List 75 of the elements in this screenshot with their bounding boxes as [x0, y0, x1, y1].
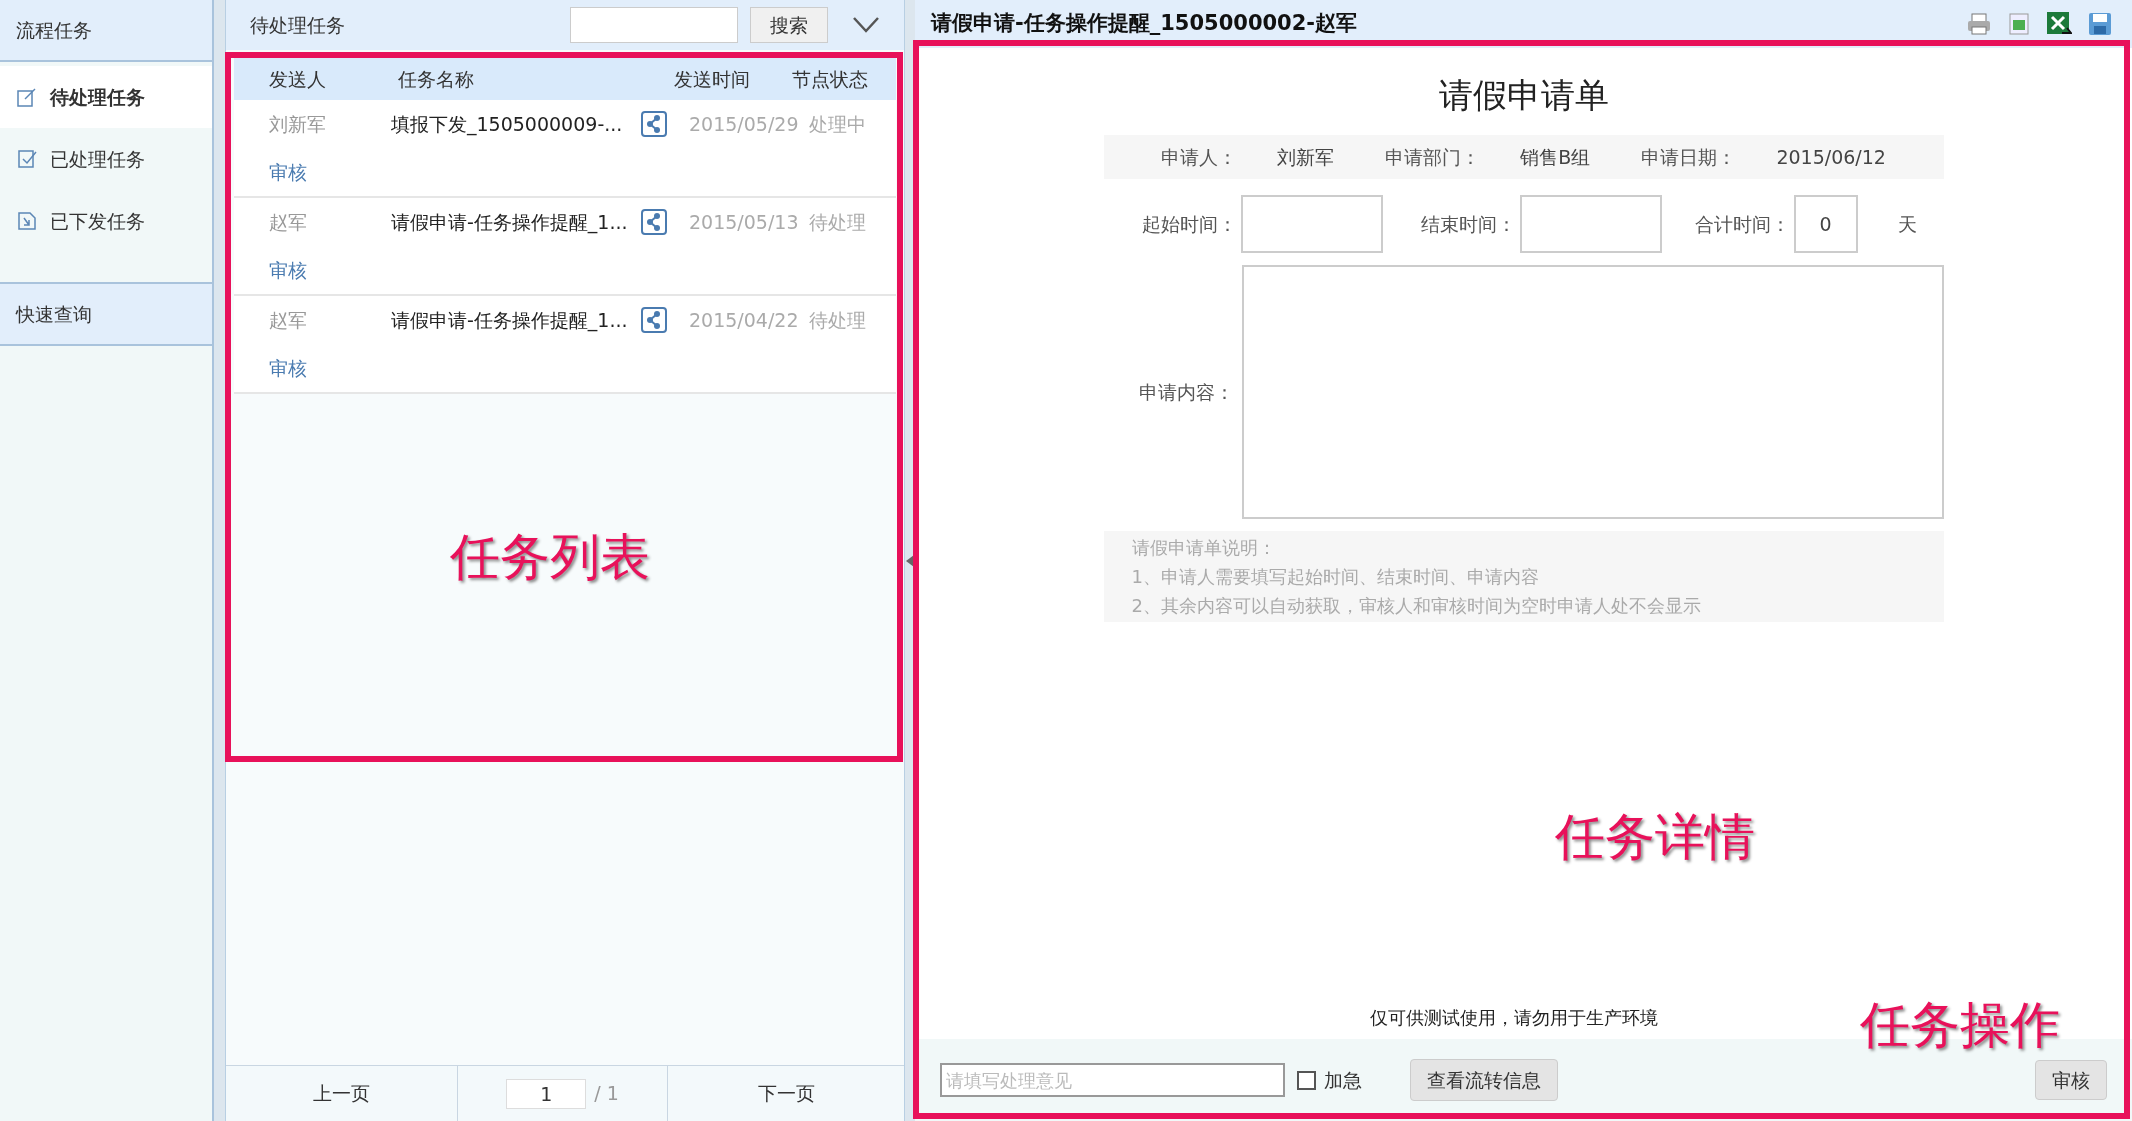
sidebar-item[interactable]: 待处理任务 — [0, 66, 212, 128]
status-cell-text: 待处理 — [808, 307, 866, 333]
column-header: 任务名称 — [396, 66, 475, 92]
table-row[interactable]: 赵军 请假申请-任务操作提醒_1... 2015/04/22 待处理 审核 — [234, 296, 896, 394]
sidebar-item[interactable]: 已下发任务 — [0, 190, 212, 252]
review-link[interactable]: 审核 — [234, 256, 307, 285]
send-time-cell-text: 2015/05/29 — [688, 111, 799, 137]
approve-button[interactable]: 审核 — [2035, 1060, 2107, 1100]
sender-cell-text: 刘新军 — [268, 111, 327, 137]
collapse-arrow-icon[interactable] — [906, 554, 914, 567]
field-label: 申请内容： — [1137, 379, 1235, 405]
splitter-bar[interactable] — [905, 0, 915, 1121]
page-number-field[interactable]: 1 — [506, 1078, 587, 1109]
sender-cell-text: 赵军 — [268, 209, 308, 235]
spreadsheet-icon[interactable] — [2008, 12, 2030, 36]
task-name-cell-text: 请假申请-任务操作提醒_1... — [390, 209, 629, 236]
urgent-label: 加急 — [1324, 1067, 1362, 1093]
annotation-label: 任务操作 — [1860, 995, 2060, 1056]
send-time-cell-text: 2015/05/13 — [688, 209, 799, 235]
review-link[interactable]: 审核 — [234, 354, 307, 383]
field-label: 合计时间： — [1694, 211, 1790, 237]
sidebar-item[interactable]: 已处理任务 — [0, 128, 212, 190]
column-header: 发送人 — [268, 66, 327, 92]
checkbox-check-icon — [16, 148, 38, 170]
info-value: 销售B组 — [1520, 144, 1591, 170]
info-label: 申请部门： — [1385, 144, 1481, 170]
flow-info-button[interactable]: 查看流转信息 — [1410, 1059, 1558, 1101]
sender-cell-text: 赵军 — [268, 307, 308, 333]
table-row[interactable]: 刘新军 填报下发_1505000009-... 2015/05/29 处理中 审核 — [234, 100, 896, 198]
table-row[interactable]: 赵军 请假申请-任务操作提醒_1... 2015/05/13 待处理 审核 — [234, 198, 896, 296]
document-arrow-icon — [16, 210, 38, 232]
annotation-label: 任务列表 — [450, 527, 650, 588]
detail-title: 请假申请-任务操作提醒_1505000002-赵军 — [931, 10, 1359, 38]
search-button[interactable]: 搜索 — [750, 7, 828, 43]
note-text: 请假申请单说明： — [1131, 536, 1277, 560]
form-title: 请假申请单 — [1438, 74, 1609, 117]
column-header: 节点状态 — [791, 66, 870, 92]
note-text: 2、其余内容可以自动获取，审核人和审核时间为空时申请人处不会显示 — [1131, 594, 1702, 618]
time-field[interactable] — [1240, 195, 1383, 253]
status-cell-text: 待处理 — [808, 209, 866, 235]
info-label: 申请日期： — [1641, 144, 1737, 170]
task-name-cell-text: 填报下发_1505000009-... — [390, 111, 624, 138]
share-icon[interactable] — [641, 110, 667, 137]
panel-title: 待处理任务 — [250, 12, 346, 38]
prev-page-button[interactable]: 上一页 — [226, 1066, 458, 1121]
excel-export-icon[interactable] — [2046, 11, 2072, 37]
urgent-checkbox[interactable] — [1297, 1070, 1316, 1090]
field-label: 结束时间： — [1420, 211, 1516, 237]
opinion-field[interactable]: 请填写处理意见 — [940, 1063, 1285, 1097]
edit-icon — [16, 86, 38, 108]
next-page-button[interactable]: 下一页 — [668, 1066, 904, 1121]
chevron-down-icon[interactable] — [852, 16, 880, 34]
column-header: 发送时间 — [673, 66, 751, 92]
field-label: 起始时间： — [1141, 211, 1237, 237]
info-label: 申请人： — [1161, 144, 1238, 170]
unit-label: 天 — [1897, 211, 1917, 237]
total-days-field[interactable]: 0 — [1793, 195, 1858, 253]
sidebar-header[interactable]: 快速查询 — [0, 284, 212, 346]
page-total: / 1 — [594, 1081, 619, 1107]
annotation-label: 任务详情 — [1555, 807, 1755, 868]
task-name-cell-text: 请假申请-任务操作提醒_1... — [390, 307, 629, 334]
info-value: 刘新军 — [1277, 144, 1335, 170]
print-icon[interactable] — [1966, 12, 1992, 36]
time-field[interactable] — [1519, 195, 1662, 253]
search-field[interactable] — [570, 7, 738, 43]
status-cell-text: 处理中 — [808, 111, 866, 137]
send-time-cell-text: 2015/04/22 — [688, 307, 799, 333]
sidebar-header[interactable]: 流程任务 — [0, 0, 212, 62]
save-icon[interactable] — [2088, 12, 2112, 36]
info-value: 2015/06/12 — [1776, 144, 1886, 170]
review-link[interactable]: 审核 — [234, 158, 307, 187]
test-notice: 仅可供测试使用，请勿用于生产环境 — [1369, 1006, 1658, 1030]
share-icon[interactable] — [641, 208, 667, 235]
share-icon[interactable] — [641, 306, 667, 333]
note-text: 1、申请人需要填写起始时间、结束时间、申请内容 — [1131, 565, 1540, 589]
